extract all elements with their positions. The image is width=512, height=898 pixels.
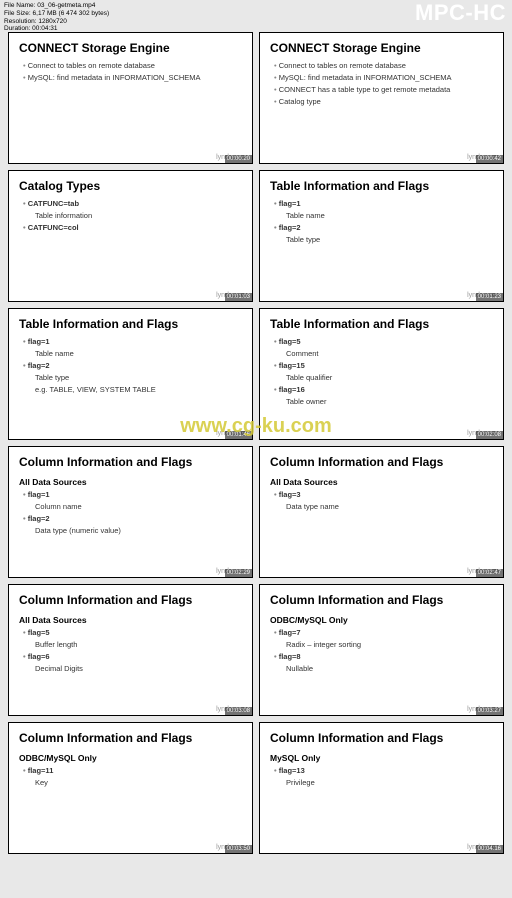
resolution-line: Resolution: 1280x720	[4, 18, 109, 26]
sub-item: Data type name	[286, 502, 493, 511]
sub-item: Comment	[286, 349, 493, 358]
bullet: flag=3	[274, 490, 493, 499]
bullet: flag=11	[23, 766, 242, 775]
file-name-line: File Name: 03_06-getmeta.mp4	[4, 2, 109, 10]
thumbnail[interactable]: Column Information and Flags All Data So…	[259, 446, 504, 578]
slide-subtitle: All Data Sources	[19, 477, 242, 487]
bullet: MySQL: find metadata in INFORMATION_SCHE…	[23, 73, 242, 82]
timestamp: 00:03:50	[225, 845, 252, 853]
slide-title: Column Information and Flags	[19, 593, 242, 607]
bullet: flag=5	[274, 337, 493, 346]
timestamp: 00:02:29	[225, 569, 252, 577]
bullet: flag=6	[23, 652, 242, 661]
bullet: CATFUNC=tab	[23, 199, 242, 208]
sub-item: Nullable	[286, 664, 493, 673]
bullet: CONNECT has a table type to get remote m…	[274, 85, 493, 94]
slide-title: Table Information and Flags	[270, 179, 493, 193]
bullet: Connect to tables on remote database	[274, 61, 493, 70]
sub-item: Table name	[35, 349, 242, 358]
bullet: flag=2	[274, 223, 493, 232]
timestamp: 00:01:03	[225, 293, 252, 301]
sub-item: Decimal Digits	[35, 664, 242, 673]
duration-line: Duration: 00:04:31	[4, 25, 109, 33]
bullet: Catalog type	[274, 97, 493, 106]
app-watermark: MPC-HC	[415, 0, 506, 26]
thumbnail[interactable]: CONNECT Storage Engine Connect to tables…	[259, 32, 504, 164]
slide-subtitle: ODBC/MySQL Only	[19, 753, 242, 763]
sub-item: Table name	[286, 211, 493, 220]
bullet: flag=1	[274, 199, 493, 208]
sub-item: Privilege	[286, 778, 493, 787]
bullet: MySQL: find metadata in INFORMATION_SCHE…	[274, 73, 493, 82]
thumbnail[interactable]: Column Information and Flags MySQL Only …	[259, 722, 504, 854]
bullet: flag=2	[23, 514, 242, 523]
bullet: flag=1	[23, 490, 242, 499]
sub-item: Data type (numeric value)	[35, 526, 242, 535]
site-watermark: www.cg-ku.com	[180, 415, 332, 438]
timestamp: 00:00:42	[476, 155, 503, 163]
slide-title: Column Information and Flags	[19, 731, 242, 745]
thumbnail[interactable]: Column Information and Flags All Data So…	[8, 446, 253, 578]
slide-title: Column Information and Flags	[270, 731, 493, 745]
bullet: flag=7	[274, 628, 493, 637]
bullet: flag=5	[23, 628, 242, 637]
timestamp: 00:02:08	[476, 431, 503, 439]
sub-item: Table information	[35, 211, 242, 220]
sub-item: Table owner	[286, 397, 493, 406]
slide-title: Column Information and Flags	[270, 593, 493, 607]
sub-item: e.g. TABLE, VIEW, SYSTEM TABLE	[35, 385, 242, 394]
slide-subtitle: MySQL Only	[270, 753, 493, 763]
file-size-line: File Size: 6,17 MB (6 474 302 bytes)	[4, 10, 109, 18]
sub-item: Table type	[286, 235, 493, 244]
bullet: CATFUNC=col	[23, 223, 242, 232]
bullet: flag=13	[274, 766, 493, 775]
slide-subtitle: All Data Sources	[19, 615, 242, 625]
sub-item: Column name	[35, 502, 242, 511]
slide-title: Catalog Types	[19, 179, 242, 193]
thumbnail[interactable]: Table Information and Flags flag=1 Table…	[259, 170, 504, 302]
sub-item: Table type	[35, 373, 242, 382]
slide-title: CONNECT Storage Engine	[270, 41, 493, 55]
thumbnail[interactable]: Column Information and Flags ODBC/MySQL …	[259, 584, 504, 716]
bullet: flag=8	[274, 652, 493, 661]
file-info: File Name: 03_06-getmeta.mp4 File Size: …	[4, 2, 109, 33]
slide-title: Column Information and Flags	[19, 455, 242, 469]
bullet: flag=15	[274, 361, 493, 370]
bullet: flag=1	[23, 337, 242, 346]
sub-item: Key	[35, 778, 242, 787]
thumbnail[interactable]: Column Information and Flags ODBC/MySQL …	[8, 722, 253, 854]
sub-item: Buffer length	[35, 640, 242, 649]
thumbnail[interactable]: Column Information and Flags All Data So…	[8, 584, 253, 716]
slide-title: CONNECT Storage Engine	[19, 41, 242, 55]
timestamp: 00:00:20	[225, 155, 252, 163]
thumbnail[interactable]: CONNECT Storage Engine Connect to tables…	[8, 32, 253, 164]
timestamp: 00:04:16	[476, 845, 503, 853]
timestamp: 00:03:08	[225, 707, 252, 715]
thumbnail[interactable]: Catalog Types CATFUNC=tab Table informat…	[8, 170, 253, 302]
timestamp: 00:02:47	[476, 569, 503, 577]
slide-title: Table Information and Flags	[19, 317, 242, 331]
sub-item: Radix – integer sorting	[286, 640, 493, 649]
timestamp: 00:01:23	[476, 293, 503, 301]
timestamp: 00:03:27	[476, 707, 503, 715]
slide-title: Column Information and Flags	[270, 455, 493, 469]
slide-title: Table Information and Flags	[270, 317, 493, 331]
slide-subtitle: ODBC/MySQL Only	[270, 615, 493, 625]
bullet: flag=2	[23, 361, 242, 370]
sub-item: Table qualifier	[286, 373, 493, 382]
bullet: Connect to tables on remote database	[23, 61, 242, 70]
bullet: flag=16	[274, 385, 493, 394]
slide-subtitle: All Data Sources	[270, 477, 493, 487]
